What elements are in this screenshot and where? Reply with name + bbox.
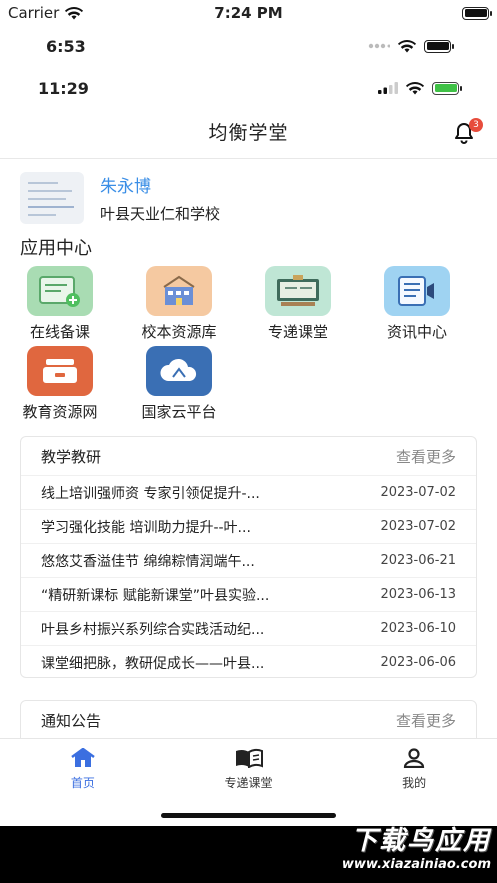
tab-label: 我的	[402, 776, 427, 790]
status-bar-third: 11:29	[0, 74, 497, 102]
news-title: 线上培训强师资 专家引领促提升-...	[41, 485, 260, 502]
card-title: 通知公告	[41, 711, 102, 730]
user-name: 朱永博	[100, 177, 151, 197]
status-right-second	[368, 39, 454, 53]
news-title: 叶县乡村振兴系列综合实践活动纪...	[41, 621, 265, 638]
wifi-icon	[398, 39, 416, 52]
status-time-third: 11:29	[38, 78, 89, 98]
list-item[interactable]: 悠悠艾香溢佳节 绵绵粽情润端午... 2023-06-21	[21, 543, 476, 577]
list-item[interactable]: 学习强化技能 培训助力提升--叶... 2023-07-02	[21, 509, 476, 543]
view-more-link[interactable]: 查看更多	[396, 446, 456, 467]
news-center-icon	[384, 266, 450, 316]
cellular-signal-icon	[378, 82, 398, 94]
status-right-third	[378, 81, 462, 95]
tab-classroom[interactable]: 专递课堂	[166, 739, 332, 796]
card-header: 教学教研 查看更多	[21, 437, 476, 475]
news-date: 2023-06-06	[380, 655, 456, 670]
list-item[interactable]: 线上培训强师资 专家引领促提升-... 2023-07-02	[21, 475, 476, 509]
app-online-lesson-prep[interactable]: 在线备课	[0, 266, 120, 342]
view-more-link[interactable]: 查看更多	[396, 710, 456, 731]
app-label: 校本资源库	[141, 323, 217, 341]
news-date: 2023-06-21	[380, 553, 456, 568]
bottom-tab-bar: 首页 专递课堂 我的	[0, 738, 497, 796]
education-resource-net-icon	[27, 346, 93, 396]
book-icon	[235, 748, 263, 769]
tab-label: 首页	[70, 776, 95, 790]
notification-badge: 3	[469, 118, 483, 132]
card-header: 通知公告 查看更多	[21, 701, 476, 739]
battery-icon	[424, 39, 454, 53]
tab-mine[interactable]: 我的	[331, 739, 497, 796]
app-news-center[interactable]: 资讯中心	[357, 266, 477, 342]
news-title: 学习强化技能 培训助力提升--叶...	[41, 519, 251, 536]
app-label: 国家云平台	[141, 403, 217, 421]
watermark-url: www.xiazainiao.com	[341, 857, 491, 872]
card-title: 教学教研	[41, 447, 102, 466]
teaching-research-card: 教学教研 查看更多 线上培训强师资 专家引领促提升-... 2023-07-02…	[20, 436, 477, 678]
app-label: 专递课堂	[267, 323, 328, 341]
classroom-broadcast-icon	[265, 266, 331, 316]
user-profile[interactable]: 朱永博 叶县天业仁和学校	[20, 172, 220, 224]
app-classroom-broadcast[interactable]: 专递课堂	[238, 266, 358, 342]
status-bar-second: 6:53	[0, 32, 497, 60]
app-label: 在线备课	[29, 323, 90, 341]
news-date: 2023-06-10	[380, 621, 456, 636]
user-school: 叶县天业仁和学校	[100, 205, 221, 223]
app-label: 资讯中心	[386, 323, 447, 341]
home-icon	[71, 747, 95, 767]
app-school-resource-library[interactable]: 校本资源库	[119, 266, 239, 342]
header-divider	[0, 158, 497, 159]
news-date: 2023-07-02	[380, 519, 456, 534]
app-header: 均衡学堂 3	[0, 112, 497, 158]
news-title: “精研新课标 赋能新课堂”叶县实验...	[41, 587, 270, 604]
signal-dots-icon	[368, 43, 390, 49]
avatar	[20, 172, 84, 224]
home-indicator	[161, 813, 336, 818]
tab-label: 专递课堂	[224, 776, 273, 790]
profile-info: 朱永博 叶县天业仁和学校	[100, 172, 220, 224]
status-right	[462, 6, 492, 20]
news-date: 2023-07-02	[380, 485, 456, 500]
watermark: 下载鸟应用 www.xiazainiao.com	[342, 820, 491, 872]
notification-bell-button[interactable]: 3	[451, 118, 483, 147]
battery-icon	[462, 6, 492, 20]
list-item[interactable]: 叶县乡村振兴系列综合实践活动纪... 2023-06-10	[21, 611, 476, 645]
user-icon	[404, 748, 425, 769]
page-title: 均衡学堂	[208, 122, 289, 144]
school-resource-library-icon	[146, 266, 212, 316]
status-bar-top: Carrier 7:24 PM	[0, 0, 497, 26]
list-item[interactable]: 课堂细把脉，教研促成长——叶县... 2023-06-06	[21, 645, 476, 679]
app-label: 教育资源网	[22, 403, 98, 421]
app-education-resource-net[interactable]: 教育资源网	[0, 346, 120, 422]
wifi-icon	[406, 81, 424, 94]
app-center-title: 应用中心	[20, 238, 92, 259]
news-title: 悠悠艾香溢佳节 绵绵粽情润端午...	[41, 553, 255, 570]
watermark-title: 下载鸟应用	[350, 826, 491, 856]
news-title: 课堂细把脉，教研促成长——叶县...	[41, 655, 265, 672]
online-lesson-prep-icon	[27, 266, 93, 316]
status-time: 7:24 PM	[214, 4, 283, 22]
national-cloud-platform-icon	[146, 346, 212, 396]
list-item[interactable]: “精研新课标 赋能新课堂”叶县实验... 2023-06-13	[21, 577, 476, 611]
status-time-second: 6:53	[46, 36, 86, 56]
news-date: 2023-06-13	[380, 587, 456, 602]
battery-charging-icon	[432, 81, 462, 95]
app-national-cloud-platform[interactable]: 国家云平台	[119, 346, 239, 422]
tab-home[interactable]: 首页	[0, 739, 166, 796]
